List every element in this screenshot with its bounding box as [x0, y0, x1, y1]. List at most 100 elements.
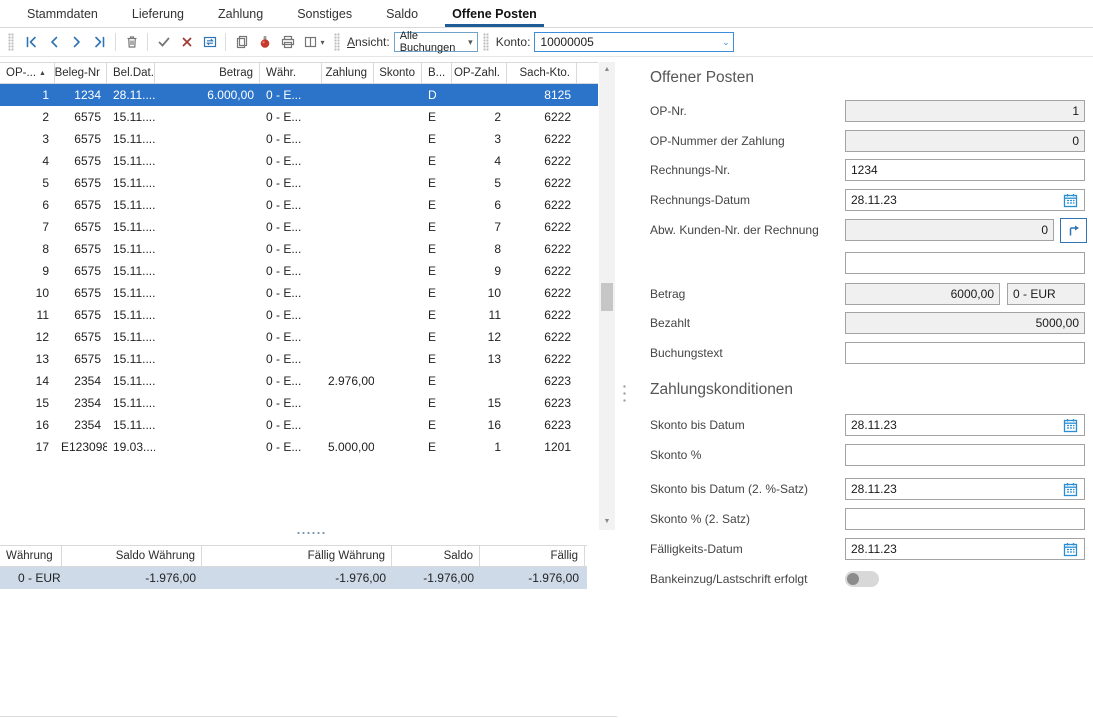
tab-saldo[interactable]: Saldo — [369, 0, 435, 27]
table-row[interactable]: 11657515.11....0 - E...E116222 — [0, 304, 598, 326]
nav-first-button[interactable] — [19, 31, 42, 54]
table-cell — [374, 150, 422, 172]
table-cell — [322, 260, 374, 282]
table-row[interactable]: 13657515.11....0 - E...E136222 — [0, 348, 598, 370]
calendar-icon[interactable] — [1062, 541, 1079, 558]
skonto-prozent-2-field[interactable] — [845, 508, 1085, 530]
skonto-bis-datum-2-field[interactable]: 28.11.23 — [845, 478, 1085, 500]
column-header[interactable]: Währ. — [260, 63, 322, 83]
buchungstext-field[interactable] — [845, 342, 1085, 364]
table-row[interactable]: 8657515.11....0 - E...E86222 — [0, 238, 598, 260]
column-header[interactable]: Fällig Währung — [202, 546, 392, 566]
table-row[interactable]: 9657515.11....0 - E...E96222 — [0, 260, 598, 282]
column-header[interactable]: Beleg-Nr — [55, 63, 107, 83]
table-row[interactable]: 17E12309819.03....0 - E...5.000,00E11201 — [0, 436, 598, 458]
column-header[interactable]: Saldo — [392, 546, 480, 566]
rechnungs-datum-field[interactable]: 28.11.23 — [845, 189, 1085, 211]
toolbar-grip[interactable] — [8, 33, 14, 51]
nav-last-button[interactable] — [88, 31, 111, 54]
table-row[interactable]: 4657515.11....0 - E...E46222 — [0, 150, 598, 172]
abw-kunden-name-field[interactable] — [845, 252, 1085, 274]
table-cell: E — [422, 348, 452, 370]
table-row[interactable]: 0 - EUR-1.976,00-1.976,00-1.976,00-1.976… — [0, 567, 587, 589]
table-row[interactable]: 6657515.11....0 - E...E66222 — [0, 194, 598, 216]
confirm-button[interactable] — [152, 31, 175, 54]
scrollbar-thumb[interactable] — [601, 283, 613, 311]
table-row[interactable]: 12657515.11....0 - E...E126222 — [0, 326, 598, 348]
calendar-icon-glyph — [1063, 418, 1078, 433]
table-cell — [374, 392, 422, 414]
column-header[interactable]: Skonto — [374, 63, 422, 83]
bezahlt-row: Bezahlt 5000,00 — [648, 312, 1093, 337]
scroll-up-icon[interactable]: ▲ — [599, 62, 615, 78]
op-nr-value: 1 — [1072, 104, 1079, 118]
tab-zahlung[interactable]: Zahlung — [201, 0, 280, 27]
table-row[interactable]: 7657515.11....0 - E...E76222 — [0, 216, 598, 238]
column-header-label: Skonto — [379, 67, 415, 79]
column-header[interactable]: B... — [422, 63, 452, 83]
panel-splitter[interactable] — [622, 383, 627, 405]
table-cell: 6575 — [55, 238, 107, 260]
table-row[interactable]: 3657515.11....0 - E...E36222 — [0, 128, 598, 150]
table-cell: 6 — [0, 194, 55, 216]
skonto-prozent-field[interactable] — [845, 444, 1085, 466]
column-header[interactable]: Bel.Dat. — [107, 63, 155, 83]
table-row[interactable]: 10657515.11....0 - E...E106222 — [0, 282, 598, 304]
column-header-label: OP-Zahl. — [454, 67, 500, 79]
scroll-down-icon[interactable]: ▼ — [599, 514, 615, 530]
faelligkeits-datum-field[interactable]: 28.11.23 — [845, 538, 1085, 560]
copy-button[interactable] — [230, 31, 253, 54]
calendar-icon[interactable] — [1062, 417, 1079, 434]
table-row[interactable]: 15235415.11....0 - E...E156223 — [0, 392, 598, 414]
rechnungs-nr-field[interactable]: 1234 — [845, 159, 1085, 181]
nav-next-button[interactable] — [65, 31, 88, 54]
table-row[interactable]: 5657515.11....0 - E...E56222 — [0, 172, 598, 194]
column-header[interactable]: Währung — [0, 546, 62, 566]
table-cell: -1.976,00 — [202, 567, 392, 589]
toolbar-grip[interactable] — [483, 33, 489, 51]
table-cell: E123098 — [55, 436, 107, 458]
skonto-prozent-row: Skonto % — [648, 444, 1093, 469]
table-row[interactable]: 1123428.11....6.000,000 - E...D8125 — [0, 84, 598, 106]
skonto-bis-datum-field[interactable]: 28.11.23 — [845, 414, 1085, 436]
jump-to-customer-button[interactable] — [1060, 218, 1087, 243]
rebook-button[interactable] — [198, 31, 221, 54]
table-cell-filler — [577, 216, 598, 238]
konto-combobox[interactable]: 10000005 ⌄ — [534, 32, 734, 52]
column-header[interactable]: Betrag — [155, 63, 260, 83]
table-cell — [155, 370, 260, 392]
nav-previous-button[interactable] — [42, 31, 65, 54]
table-row[interactable]: 16235415.11....0 - E...E166223 — [0, 414, 598, 436]
tab-sonstiges[interactable]: Sonstiges — [280, 0, 369, 27]
delete-button[interactable] — [120, 31, 143, 54]
table-cell: 0 - E... — [260, 238, 322, 260]
table-row[interactable]: 2657515.11....0 - E...E26222 — [0, 106, 598, 128]
column-header[interactable]: Sach-Kto. — [507, 63, 577, 83]
column-header[interactable]: OP-Zahl. — [452, 63, 507, 83]
tab-lieferung[interactable]: Lieferung — [115, 0, 201, 27]
ansicht-dropdown[interactable]: Alle Buchungen ▾ — [394, 32, 478, 52]
cancel-button[interactable] — [175, 31, 198, 54]
column-header[interactable]: Saldo Währung — [62, 546, 202, 566]
columns-dropdown-button[interactable]: ▾ — [299, 31, 329, 54]
calendar-icon[interactable] — [1062, 481, 1079, 498]
horizontal-splitter[interactable] — [296, 531, 326, 535]
bankeinzug-toggle[interactable] — [845, 571, 879, 587]
print-button[interactable] — [276, 31, 299, 54]
column-header[interactable]: Fällig — [480, 546, 585, 566]
table-cell: 0 - E... — [260, 348, 322, 370]
column-header-label: B... — [428, 67, 445, 79]
chevron-down-icon: ⌄ — [718, 37, 733, 48]
column-header[interactable]: OP-...▲ — [0, 63, 55, 83]
seal-button[interactable] — [253, 31, 276, 54]
tab-stammdaten[interactable]: Stammdaten — [10, 0, 115, 27]
calendar-icon[interactable] — [1062, 192, 1079, 209]
toolbar-grip[interactable] — [334, 33, 340, 51]
tab-offene-posten[interactable]: Offene Posten — [435, 0, 554, 27]
table-cell: 0 - E... — [260, 282, 322, 304]
op-table-scrollbar[interactable]: ▲ ▼ — [599, 62, 615, 530]
table-row[interactable]: 14235415.11....0 - E...2.976,00E6223 — [0, 370, 598, 392]
table-cell: 6222 — [507, 238, 577, 260]
table-cell — [155, 216, 260, 238]
column-header[interactable]: Zahlung — [322, 63, 374, 83]
